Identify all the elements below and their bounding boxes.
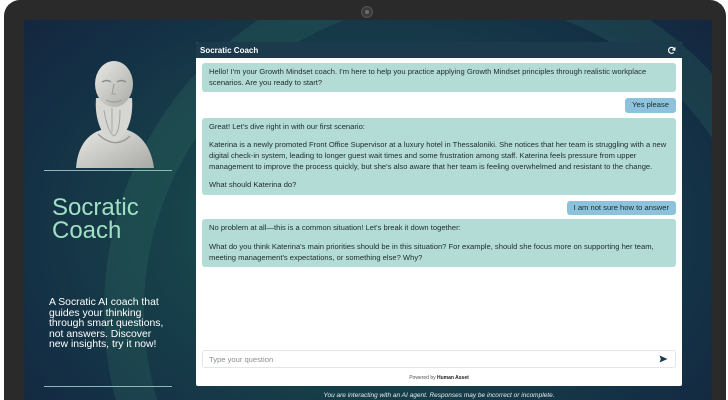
powered-brand: Human Asset xyxy=(437,375,469,381)
ai-disclaimer: You are interacting with an AI agent. Re… xyxy=(323,392,555,399)
message-text: What do you think Katerina's main priori… xyxy=(209,241,654,262)
sidebar: Socratic Coach A Socratic AI coach that … xyxy=(24,20,194,400)
send-icon[interactable] xyxy=(659,354,669,364)
user-message: I am not sure how to answer xyxy=(566,200,676,216)
refresh-icon[interactable] xyxy=(666,45,676,55)
chat-window: Socratic Coach Hello! I'm your Growth Mi… xyxy=(196,42,682,386)
question-input[interactable] xyxy=(209,354,659,364)
app-screen: Socratic Coach A Socratic AI coach that … xyxy=(24,20,712,400)
tagline: A Socratic AI coach that guides your thi… xyxy=(49,297,164,351)
brand-line-2: Coach xyxy=(52,217,122,244)
bot-message: Hello! I'm your Growth Mindset coach. I'… xyxy=(202,63,676,93)
socrates-bust-image xyxy=(76,61,154,168)
divider-bottom xyxy=(44,386,172,387)
message-text: What should Katerina do? xyxy=(209,180,297,190)
chat-title: Socratic Coach xyxy=(200,45,259,55)
brand-line-1: Socratic xyxy=(52,194,139,221)
user-message: Yes please xyxy=(625,98,676,113)
message-text: No problem at all—this is a common situa… xyxy=(209,223,461,233)
webcam-icon xyxy=(361,6,373,18)
brand-title: Socratic Coach xyxy=(52,194,192,244)
bot-message: No problem at all—this is a common situa… xyxy=(202,219,676,268)
divider-top xyxy=(44,170,172,171)
powered-prefix: Powered by xyxy=(409,375,436,381)
laptop-frame: Socratic Coach A Socratic AI coach that … xyxy=(4,0,726,400)
message-text: Katerina is a newly promoted Front Offic… xyxy=(209,140,667,171)
message-text: Great! Let's dive right in with our firs… xyxy=(209,121,365,131)
bot-message: Great! Let's dive right in with our firs… xyxy=(202,117,676,195)
powered-by: Powered by Human Asset xyxy=(196,375,682,381)
message-list: Hello! I'm your Growth Mindset coach. I'… xyxy=(196,58,682,268)
chat-header: Socratic Coach xyxy=(196,42,682,58)
chat-input-box xyxy=(202,350,676,368)
message-text: Hello! I'm your Growth Mindset coach. I'… xyxy=(209,67,647,87)
